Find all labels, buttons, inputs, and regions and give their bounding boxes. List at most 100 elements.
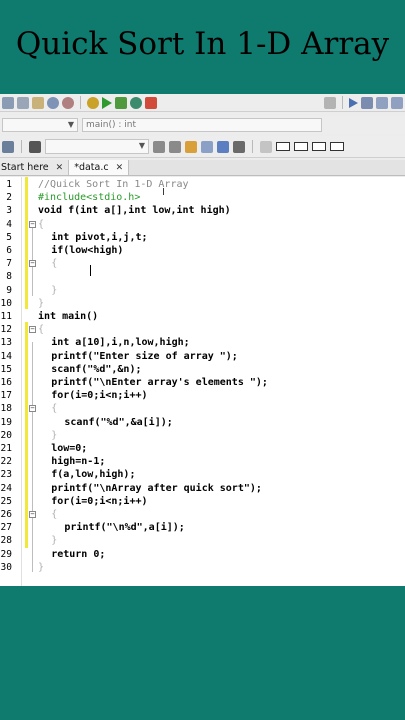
find-next-icon[interactable] — [169, 140, 181, 153]
match-case-icon[interactable] — [217, 140, 229, 153]
fold-toggle-icon[interactable]: − — [29, 260, 36, 268]
code-line[interactable]: 15 scanf("%d",&n); — [0, 363, 405, 376]
code-line[interactable]: 26 − { — [0, 508, 405, 521]
step-over-icon[interactable] — [361, 96, 373, 109]
code-line[interactable]: 3 void f(int a[],int low,int high) — [0, 204, 405, 217]
paste-icon[interactable] — [32, 96, 44, 109]
code-line[interactable]: 12 −{ — [0, 323, 405, 336]
line-number: 16 — [0, 377, 12, 388]
wrench-icon[interactable] — [2, 140, 14, 153]
block-icon[interactable] — [294, 142, 308, 151]
code-text: printf("\nArray after quick sort"); — [51, 482, 262, 494]
code-line[interactable]: 11 int main() — [0, 310, 405, 323]
line-number: 13 — [0, 337, 12, 349]
line-number: 24 — [0, 482, 12, 494]
block-icon[interactable] — [330, 142, 344, 151]
code-line[interactable]: 19 scanf("%d",&a[i]); — [0, 416, 405, 429]
line-number: 4 — [6, 218, 12, 230]
ide-window: ▼ main() : int ▼ Start here ✕ *data.c ✕ … — [0, 94, 405, 586]
code-text: } — [38, 297, 45, 309]
find-icon[interactable] — [47, 96, 59, 109]
selected-text-icon[interactable] — [201, 140, 213, 153]
clear-icon[interactable] — [29, 140, 41, 153]
scope-combo[interactable]: ▼ — [2, 118, 78, 132]
code-line[interactable]: 10} — [0, 297, 405, 310]
build-run-icon[interactable] — [115, 96, 127, 109]
replace-icon[interactable] — [62, 96, 74, 109]
code-line[interactable]: 13 int a[10],i,n,low,high; — [0, 336, 405, 349]
line-number: 2 — [6, 192, 12, 204]
block-icon[interactable] — [276, 142, 290, 151]
regex-icon[interactable] — [233, 140, 245, 153]
tab-data-c[interactable]: *data.c ✕ — [69, 160, 130, 175]
code-text: { — [38, 324, 45, 336]
code-line[interactable]: 27 printf("\n%d",a[i]); — [0, 521, 405, 534]
code-line[interactable]: 24 printf("\nArray after quick sort"); — [0, 482, 405, 495]
code-line[interactable]: 1 //Quick Sort In 1-D Array — [0, 178, 405, 191]
video-title: Quick Sort In 1-D Array — [15, 26, 390, 62]
step-into-icon[interactable] — [376, 96, 388, 109]
close-icon[interactable]: ✕ — [56, 163, 64, 173]
code-line[interactable]: 20} — [0, 429, 405, 442]
copy-icon[interactable] — [17, 96, 29, 109]
code-text: scanf("%d",&a[i]); — [64, 416, 173, 428]
code-line[interactable]: 21 low=0; — [0, 442, 405, 455]
code-line[interactable]: 16 printf("\nEnter array's elements "); — [0, 376, 405, 389]
code-line[interactable]: 5 int pivot,i,j,t; — [0, 231, 405, 244]
search-combo[interactable]: ▼ — [45, 139, 149, 154]
run-icon[interactable] — [102, 96, 112, 109]
code-line[interactable]: 2 #include<stdio.h> — [0, 191, 405, 204]
code-line[interactable]: 4 −{ — [0, 218, 405, 231]
code-line[interactable]: 25 for(i=0;i<n;i++) — [0, 495, 405, 508]
code-line[interactable]: 23 f(a,low,high); — [0, 468, 405, 481]
fold-toggle-icon[interactable]: − — [29, 220, 36, 228]
chevron-down-icon: ▼ — [138, 141, 145, 150]
select-target-icon[interactable] — [324, 96, 336, 109]
code-text: //Quick Sort In 1-D Array — [38, 179, 189, 190]
fold-toggle-icon[interactable]: − — [29, 405, 36, 413]
fold-toggle-icon[interactable]: − — [29, 326, 36, 334]
line-number: 21 — [0, 443, 12, 454]
code-line[interactable]: 22 high=n-1; — [0, 455, 405, 468]
line-number: 23 — [0, 469, 12, 481]
code-text: scanf("%d",&n); — [51, 363, 142, 375]
code-line[interactable]: 17 for(i=0;i<n;i++) — [0, 389, 405, 402]
code-text: low=0; — [51, 443, 88, 454]
code-text: { — [38, 218, 45, 230]
code-line[interactable]: 30} — [0, 561, 405, 574]
symbol-combo[interactable]: main() : int — [82, 118, 322, 132]
debug-run-icon[interactable] — [349, 97, 358, 108]
build-gear-icon[interactable] — [87, 96, 99, 109]
code-line[interactable]: 9} — [0, 284, 405, 297]
cut-icon[interactable] — [2, 96, 14, 109]
line-number: 12 — [0, 324, 12, 336]
find-previous-icon[interactable] — [153, 140, 165, 153]
code-line[interactable]: 28} — [0, 534, 405, 547]
fold-toggle-icon[interactable]: − — [29, 511, 36, 518]
tab-start-here[interactable]: Start here ✕ — [0, 160, 70, 175]
code-line[interactable]: 8 — [0, 270, 405, 283]
close-icon[interactable]: ✕ — [116, 163, 124, 173]
code-completion-toolbar: ▼ main() : int — [0, 116, 405, 134]
highlight-icon[interactable] — [185, 140, 197, 153]
code-text: printf("\n%d",a[i]); — [64, 522, 185, 534]
code-text: #include<stdio.h> — [38, 192, 141, 204]
line-number: 11 — [0, 311, 12, 322]
rebuild-icon[interactable] — [130, 96, 142, 109]
code-line[interactable]: 7 − { — [0, 257, 405, 270]
code-editor[interactable]: I 1//Quick Sort In 1-D Array 2 #include<st… — [0, 177, 405, 586]
code-line[interactable]: 14 printf("Enter size of array "); — [0, 350, 405, 363]
abort-icon[interactable] — [145, 96, 157, 109]
block-icon[interactable] — [312, 142, 326, 151]
line-number: 28 — [0, 535, 12, 547]
editor-tabs: Start here ✕ *data.c ✕ — [0, 160, 405, 176]
code-line[interactable]: 6 if(low<high) — [0, 244, 405, 257]
code-line[interactable]: 18 − { — [0, 402, 405, 415]
code-line[interactable]: 29 return 0; — [0, 548, 405, 561]
code-text: for(i=0;i<n;i++) — [51, 390, 148, 402]
step-out-icon[interactable] — [391, 96, 403, 109]
code-text: { — [51, 509, 58, 520]
cursor-icon[interactable] — [260, 140, 272, 153]
toolbar-divider — [21, 140, 22, 153]
video-title-band: Quick Sort In 1-D Array — [0, 0, 405, 94]
